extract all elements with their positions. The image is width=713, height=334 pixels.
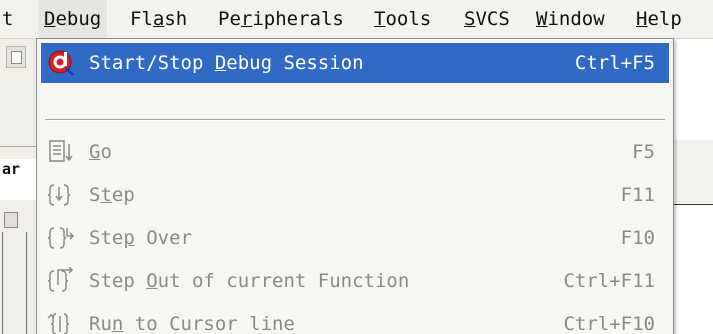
label-mnemonic: p [123, 227, 135, 249]
menu-item-label: Step [89, 175, 135, 215]
menu-flash-rest: sh [164, 8, 188, 30]
label-mnemonic: t [100, 184, 112, 206]
menu-item-shortcut: Ctrl+F11 [563, 270, 655, 292]
label-part: Ste [89, 227, 124, 249]
menu-item-shortcut: F5 [632, 141, 655, 163]
menu-tools-mnemonic: T [374, 8, 386, 30]
left-divider [0, 146, 40, 147]
label-part: o [100, 141, 112, 163]
menu-help-mnemonic: H [636, 8, 648, 30]
label-mnemonic: G [89, 141, 101, 163]
screen: t Debug Flash Peripherals Tools SVCS Win… [0, 0, 713, 334]
label-part: ebug Session [226, 52, 364, 74]
menu-tools[interactable]: Tools [374, 0, 431, 38]
menu-flash-pre: Fl [130, 8, 153, 30]
menu-debug-rest: ebug [55, 8, 102, 30]
menu-item-shortcut: Ctrl+F10 [563, 313, 655, 334]
menu-bar: t Debug Flash Peripherals Tools SVCS Win… [0, 0, 713, 39]
menu-svcs-mnemonic: S [464, 8, 476, 30]
label-part: Start/Stop [89, 52, 215, 74]
menu-item-label: Step Over [89, 218, 192, 258]
menu-svcs[interactable]: SVCS [464, 0, 510, 38]
run-to-cursor-icon [47, 313, 70, 334]
label-mnemonic: D [214, 52, 227, 74]
menu-window-rest: indow [547, 8, 605, 30]
menu-flash[interactable]: Flash [130, 0, 187, 38]
menu-help[interactable]: Help [636, 0, 682, 38]
menu-peripherals-rest: ipherals [252, 8, 344, 30]
menu-item-label: Go [89, 132, 112, 172]
step-icon [47, 184, 71, 206]
label-part: ut of current Function [157, 270, 410, 292]
label-part: S [89, 184, 101, 206]
menu-item-label: Run to Cursor line [89, 304, 295, 334]
label-mnemonic: O [146, 270, 158, 292]
label-part: Ru [89, 313, 112, 334]
menu-peripherals-mnemonic: r [240, 8, 253, 30]
menu-svcs-rest: VCS [475, 8, 510, 30]
menu-help-rest: elp [647, 8, 682, 30]
menu-item-step[interactable]: Step F11 [41, 175, 669, 215]
menu-item-shortcut: Ctrl+F5 [574, 52, 655, 74]
debug-dropdown-menu: Start/Stop Debug Session Ctrl+F5 Go F5 S… [36, 38, 674, 334]
step-out-icon [47, 267, 74, 292]
menu-item-partial[interactable]: t [2, 0, 13, 38]
panel-title-fragment: ar [2, 160, 21, 178]
menu-peripherals-pre: Pe [218, 8, 241, 30]
menu-item-run-to-cursor[interactable]: Run to Cursor line Ctrl+F10 [41, 304, 669, 334]
menu-separator [45, 119, 665, 121]
menu-window-mnemonic: W [536, 8, 548, 30]
menu-debug[interactable]: Debug [38, 0, 108, 38]
menu-item-start-stop-debug[interactable]: Start/Stop Debug Session Ctrl+F5 [41, 43, 669, 83]
menu-item-shortcut: F11 [620, 184, 655, 206]
menu-item-step-out[interactable]: Step Out of current Function Ctrl+F11 [41, 261, 669, 301]
label-part: Over [134, 227, 192, 249]
menu-item-label: Step Out of current Function [89, 261, 409, 301]
menu-item-shortcut: F10 [620, 227, 655, 249]
debug-session-icon [48, 50, 75, 77]
go-icon [49, 140, 73, 162]
label-part: ep [111, 184, 135, 206]
menu-window[interactable]: Window [536, 0, 605, 38]
label-mnemonic: n [111, 313, 124, 334]
menu-debug-mnemonic: D [44, 8, 56, 30]
label-part: Step [89, 270, 147, 292]
menu-item-step-over[interactable]: Step Over F10 [41, 218, 669, 258]
menu-tools-rest: ools [385, 8, 432, 30]
menu-flash-mnemonic: a [152, 8, 165, 30]
panel-border-left [2, 232, 3, 334]
step-over-icon [47, 227, 75, 249]
panel-border-right [26, 232, 27, 334]
toolbar-document-icon[interactable] [6, 46, 26, 68]
panel-close-icon[interactable] [4, 212, 18, 228]
label-part: to Cursor line [123, 313, 295, 334]
menu-peripherals[interactable]: Peripherals [218, 0, 344, 38]
menu-item-label: Start/Stop Debug Session [89, 43, 364, 83]
menu-item-go[interactable]: Go F5 [41, 132, 669, 172]
right-toolbar-strip [674, 140, 713, 205]
